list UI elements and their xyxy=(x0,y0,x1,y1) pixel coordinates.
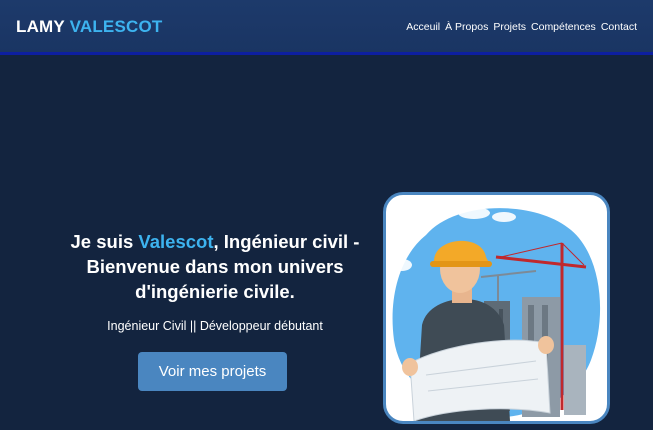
nav-link-a-propos[interactable]: À Propos xyxy=(445,21,488,33)
hero-title-prefix: Je suis xyxy=(70,231,139,252)
site-header: LAMY VALESCOT Acceuil À Propos Projets C… xyxy=(0,0,653,55)
nav-link-accueil[interactable]: Acceuil xyxy=(406,21,440,33)
nav-link-competences[interactable]: Compétences xyxy=(531,21,596,33)
civil-engineer-icon xyxy=(392,207,601,421)
hero-title-name: Valescot xyxy=(138,231,214,252)
main-nav: Acceuil À Propos Projets Compétences Con… xyxy=(406,21,637,33)
nav-link-projets[interactable]: Projets xyxy=(493,21,526,33)
nav-link-contact[interactable]: Contact xyxy=(601,21,637,33)
hero-subtitle: Ingénieur Civil || Développeur débutant xyxy=(107,319,323,333)
logo-last-name: VALESCOT xyxy=(69,17,163,36)
site-logo[interactable]: LAMY VALESCOT xyxy=(16,17,163,37)
hero-title: Je suis Valescot, Ingénieur civil - Bien… xyxy=(40,229,390,304)
civil-engineer-illustration xyxy=(383,192,610,424)
logo-first-name: LAMY xyxy=(16,17,65,36)
view-projects-button[interactable]: Voir mes projets xyxy=(138,352,287,391)
